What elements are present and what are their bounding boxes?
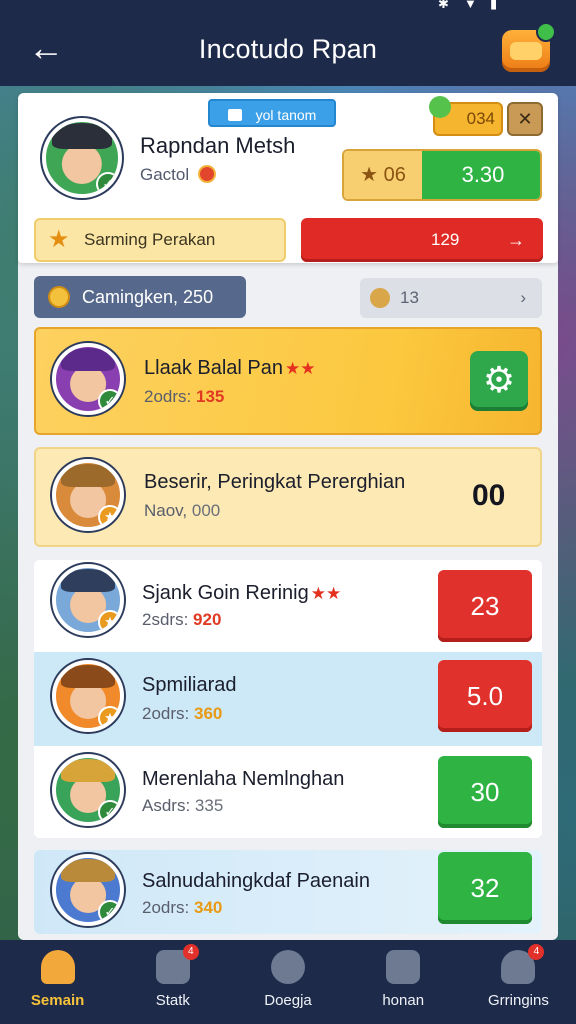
signal-icon: ✱ <box>438 0 449 11</box>
entry-score: 2odrs: 340 <box>142 898 223 917</box>
entry-value-button[interactable]: 30 <box>438 756 532 828</box>
gear-icon: ⚙ <box>482 359 516 400</box>
profile-name: Rapndan Metsh <box>140 133 296 158</box>
coin-icon <box>48 286 70 308</box>
settings-button[interactable]: ⚙ <box>470 351 528 411</box>
list-item[interactable]: ★ Beserir, Peringkat Pererghian Naov, 00… <box>34 447 542 547</box>
filter-chip[interactable]: Camingken, 250 <box>34 276 246 318</box>
chevron-right-icon: › <box>520 288 526 307</box>
avatar: ★ <box>52 564 124 636</box>
profile-subtitle: Gactol <box>140 165 216 185</box>
entry-score: 2sdrs: 920 <box>142 610 222 629</box>
entry-score: Asdrs: 335 <box>142 796 224 815</box>
entry-name: Sjank Goin Rerinig ★★ <box>142 582 342 604</box>
profile-score-box: ★ 06 3.30 <box>342 149 542 201</box>
gem-icon <box>429 96 451 118</box>
profile-avatar[interactable]: ✓ <box>42 118 122 198</box>
level-badge-icon: ✓ <box>98 800 120 822</box>
level-badge-icon: ✓ <box>96 172 118 194</box>
coin-counter[interactable]: 034 <box>429 96 503 136</box>
tag-pill[interactable]: yol tanom <box>208 99 336 127</box>
status-bar: ✱ ▼ ▮ <box>0 0 576 14</box>
hammer-icon: ✕ <box>517 109 533 129</box>
entry-score: 2odrs: 360 <box>142 704 223 723</box>
medal-badge-icon: ★ <box>98 505 120 527</box>
avatar: ★ <box>52 459 124 531</box>
home-hut-icon <box>40 950 75 984</box>
list-item[interactable]: ✓ Salnudahingkdaf Paenain 2odrs: 340 32 <box>34 850 542 934</box>
entry-score: 2odrs: 135 <box>144 387 225 406</box>
avatar: ✓ <box>52 343 124 415</box>
avatar: ✓ <box>52 854 124 926</box>
entry-name: Llaak Balal Pan ★★ <box>144 357 316 379</box>
entry-value: 00 <box>472 479 506 512</box>
treasure-chest-button[interactable] <box>502 22 556 72</box>
avatar: ✓ <box>52 754 124 826</box>
profile-score-value: 3.30 <box>422 151 540 199</box>
leaf-icon <box>370 288 390 308</box>
bottom-navigation: Semain 4 Statk Doegja honan 4 Grringins <box>0 940 576 1024</box>
entry-value-button[interactable]: 32 <box>438 852 532 924</box>
level-badge-icon: ✓ <box>98 389 120 411</box>
battery-icon: ▮ <box>490 0 498 11</box>
page-title: Incotudo Rpan <box>198 34 378 64</box>
nav-item-statk[interactable]: 4 Statk <box>115 940 230 1024</box>
star-score: ★ 06 <box>344 151 422 199</box>
edit-icon <box>227 109 242 121</box>
entry-value-button[interactable]: 5.0 <box>438 660 532 732</box>
medal-badge-icon: ★ <box>98 610 120 632</box>
ranking-banner[interactable]: ★ Sarming Perakan <box>34 218 286 262</box>
rank-filter[interactable]: 13 › <box>360 278 542 318</box>
wifi-icon: ▼ <box>464 0 477 11</box>
medal-icon <box>197 165 216 183</box>
notification-dot <box>536 22 556 42</box>
entry-name: Beserir, Peringkat Pererghian <box>144 471 406 493</box>
entry-name: Merenlaha Nemlnghan <box>142 768 345 790</box>
app-bar: ← Incotudo Rpan <box>0 14 576 86</box>
entry-value-button[interactable]: 23 <box>438 570 532 642</box>
nav-item-semain[interactable]: Semain <box>0 940 115 1024</box>
notification-badge: 4 <box>528 944 545 960</box>
list-item[interactable]: ✓ Llaak Balal Pan ★★ 2odrs: 135 ⚙ <box>34 327 542 435</box>
nav-item-doegja[interactable]: Doegja <box>230 940 345 1024</box>
gift-box-icon <box>386 950 421 984</box>
level-badge-icon: ✓ <box>98 900 120 922</box>
nav-item-grringins[interactable]: 4 Grringins <box>461 940 576 1024</box>
star-icon: ★ <box>48 226 70 253</box>
notification-badge: 4 <box>182 944 199 960</box>
entry-name: Salnudahingkdaf Paenain <box>142 870 370 892</box>
tools-button[interactable]: ✕ <box>507 102 543 136</box>
star-icon: ★ <box>360 164 379 186</box>
avatar: ★ <box>52 660 124 732</box>
entry-name: Spmiliarad <box>142 674 237 696</box>
list-item[interactable]: ✓ Merenlaha Nemlnghan Asdrs: 335 30 <box>34 746 542 838</box>
nav-item-honan[interactable]: honan <box>346 940 461 1024</box>
medal-badge-icon: ★ <box>98 706 120 728</box>
arrow-right-icon: → <box>507 230 525 250</box>
list-item[interactable]: ★ Spmiliarad 2odrs: 360 5.0 <box>34 652 542 746</box>
ranking-value-button[interactable]: 129 → <box>301 218 543 262</box>
map-pin-icon <box>271 950 305 984</box>
list-item[interactable]: ★ Sjank Goin Rerinig ★★ 2sdrs: 920 23 <box>34 560 542 652</box>
entry-score: Naov, 000 <box>144 501 221 520</box>
